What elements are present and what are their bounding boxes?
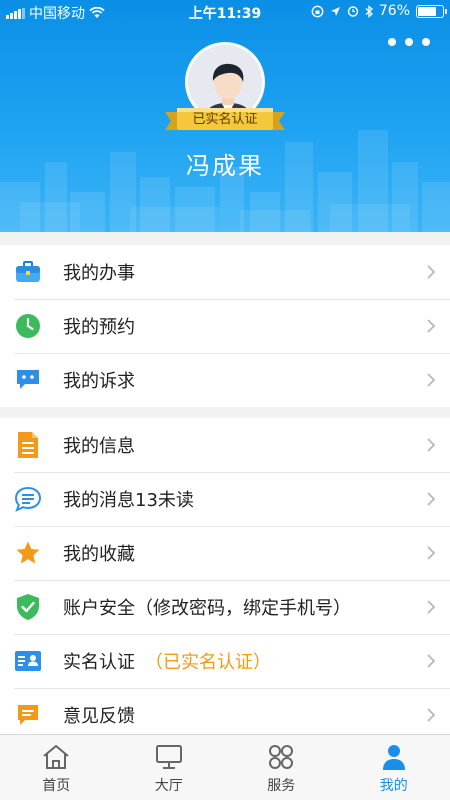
verification-status: （已实名认证） xyxy=(145,652,271,673)
chevron-right-icon xyxy=(427,708,436,722)
alarm-icon xyxy=(347,6,359,17)
menu-item-label: 我的诉求 xyxy=(63,371,135,392)
menu-item-my-appeals[interactable]: 我的诉求 xyxy=(0,353,450,407)
menu-item-label: 我的信息 xyxy=(63,436,135,457)
more-options-button[interactable] xyxy=(388,38,430,46)
menu-item-account-security[interactable]: 账户安全（修改密码，绑定手机号） xyxy=(0,580,450,634)
battery-percent: 76% xyxy=(378,3,410,19)
menu-item-label: 我的消息13未读 xyxy=(63,490,194,511)
location-arrow-icon xyxy=(330,6,340,16)
tab-hall[interactable]: 大厅 xyxy=(113,735,226,800)
monitor-icon xyxy=(155,745,182,769)
menu-item-my-appointments[interactable]: 我的预约 xyxy=(0,299,450,353)
tab-services[interactable]: 服务 xyxy=(225,735,338,800)
tab-label: 服务 xyxy=(267,778,296,794)
tab-mine[interactable]: 我的 xyxy=(338,735,450,800)
chevron-right-icon xyxy=(427,492,436,506)
lock-rotation-icon xyxy=(311,5,324,17)
dot-icon xyxy=(388,38,396,46)
profile-header: 中国移动 上午11:39 76% 已实名认证 冯成果 xyxy=(0,0,450,232)
chevron-right-icon xyxy=(427,600,436,614)
menu-item-my-favorites[interactable]: 我的收藏 xyxy=(0,526,450,580)
tab-home[interactable]: 首页 xyxy=(0,735,113,800)
tab-label: 大厅 xyxy=(154,778,183,794)
menu-item-label-text: 实名认证 xyxy=(63,652,135,673)
bluetooth-icon xyxy=(365,4,373,18)
menu-item-my-affairs[interactable]: 我的办事 xyxy=(0,245,450,299)
chevron-right-icon xyxy=(427,265,436,279)
bottom-tab-bar: 首页 大厅 服务 我的 xyxy=(0,734,450,800)
chevron-right-icon xyxy=(427,319,436,333)
dot-icon xyxy=(405,38,413,46)
shield-check-icon xyxy=(14,593,42,621)
menu-item-label: 我的收藏 xyxy=(63,544,135,565)
menu-item-real-name-verification[interactable]: 实名认证 （已实名认证） xyxy=(0,634,450,688)
tab-label: 首页 xyxy=(42,778,71,794)
document-icon xyxy=(14,431,42,459)
chevron-right-icon xyxy=(427,546,436,560)
feedback-icon xyxy=(14,701,42,729)
menu-item-label: 实名认证 （已实名认证） xyxy=(63,648,271,674)
chevron-right-icon xyxy=(427,438,436,452)
menu-item-label: 账户安全（修改密码，绑定手机号） xyxy=(63,598,351,619)
person-icon xyxy=(382,745,405,770)
menu-group-account: 我的信息 我的消息13未读 我的收藏 账户安全（修改密码，绑定手机号） 实名认证… xyxy=(0,418,450,742)
menu-group-activities: 我的办事 我的预约 我的诉求 xyxy=(0,245,450,407)
clock-icon xyxy=(14,312,42,340)
star-icon xyxy=(14,539,42,567)
user-name: 冯成果 xyxy=(186,152,264,180)
chat-bubbles-icon xyxy=(14,366,42,394)
menu-item-label: 我的预约 xyxy=(63,317,135,338)
menu-item-my-info[interactable]: 我的信息 xyxy=(0,418,450,472)
message-icon xyxy=(14,485,42,513)
grid-icon xyxy=(269,745,294,769)
verified-badge-label: 已实名认证 xyxy=(192,112,258,127)
tab-label: 我的 xyxy=(379,778,408,794)
menu-item-label: 我的办事 xyxy=(63,263,135,284)
status-bar: 中国移动 上午11:39 76% xyxy=(0,0,450,24)
chevron-right-icon xyxy=(427,373,436,387)
menu-item-my-messages[interactable]: 我的消息13未读 xyxy=(0,472,450,526)
dot-icon xyxy=(422,38,430,46)
briefcase-icon xyxy=(14,258,42,286)
home-icon xyxy=(43,745,69,769)
id-card-icon xyxy=(14,647,42,675)
chevron-right-icon xyxy=(427,654,436,668)
battery-icon xyxy=(416,4,447,18)
menu-item-label: 意见反馈 xyxy=(63,706,135,727)
